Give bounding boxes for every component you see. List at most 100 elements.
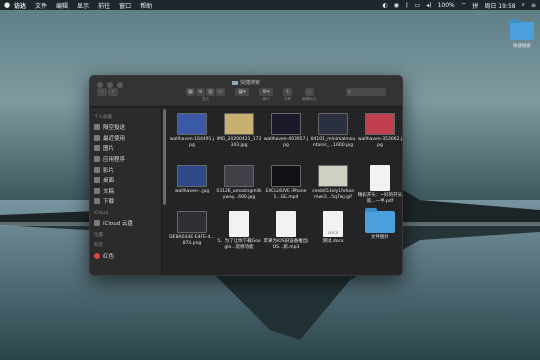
sidebar-item-label: 文稿	[103, 188, 115, 195]
image-thumbnail	[365, 113, 395, 135]
gallery-view-button[interactable]: ▭	[216, 88, 225, 96]
view-group: ▦ ≡ ▥ ▭ 显示	[186, 88, 225, 102]
file-name: ceeb653ely1fohoamwr2...5q7wj.gif	[312, 189, 354, 200]
sidebar-item-applications[interactable]: 应用程序	[94, 154, 161, 165]
list-view-button[interactable]: ≡	[196, 88, 205, 96]
screen-mirror-icon[interactable]: ▭	[415, 2, 421, 9]
column-view-button[interactable]: ▥	[206, 88, 215, 96]
file-name: 文件图片	[371, 235, 389, 240]
file-item[interactable]: 精彩开头：~好的开头就...一半.pdf	[357, 165, 402, 205]
sidebar-item-documents[interactable]: 文稿	[94, 186, 161, 197]
sidebar-item-movies[interactable]: 影片	[94, 164, 161, 175]
file-item[interactable]: 03126_amazingmilkyway...600.jpg	[216, 165, 262, 201]
control-center-icon[interactable]: ≡	[531, 2, 536, 9]
file-item[interactable]: DEBA034E-E4FE-4...874.png	[169, 211, 215, 247]
sidebar-item-icloud-drive[interactable]: iCloud 云盘	[94, 218, 161, 229]
file-name: 03126_amazingmilkyway...600.jpg	[216, 189, 262, 200]
document-icon	[370, 165, 390, 191]
menu-view[interactable]: 显示	[77, 1, 89, 10]
sidebar-section-tags: 标签	[94, 243, 103, 249]
file-name: wallhaven-353062.jpg	[357, 137, 403, 148]
tag-icon[interactable]: ◌	[304, 88, 314, 96]
sidebar-section-locations: 位置	[94, 233, 103, 239]
file-item[interactable]: EXCLUSIVE iPhone 1...GE.mp4	[263, 165, 309, 201]
volume-icon[interactable]: ◂)	[426, 2, 431, 9]
image-thumbnail	[177, 165, 207, 187]
image-thumbnail	[224, 113, 254, 135]
menu-file[interactable]: 文件	[35, 1, 47, 10]
desktop-icon	[94, 177, 100, 184]
clock-icon	[94, 134, 100, 141]
file-item[interactable]: 5、为了让你下载Google...装修功能	[216, 211, 262, 251]
nav-group: ‹ ›	[97, 88, 118, 96]
file-item[interactable]: 苹果为iOS旧设备推出iOS...新.mp3	[263, 211, 309, 251]
desktop-folder[interactable]: 快速搜索	[505, 19, 539, 49]
sidebar-item-recents[interactable]: 最近使用	[94, 133, 161, 144]
file-grid: wallhaven-164491.jpg IMG_20200421_173343.…	[166, 109, 402, 275]
document-icon	[276, 211, 296, 237]
search-field[interactable]: ⌕	[346, 88, 386, 96]
file-name: wallhaven-164491.jpg	[169, 137, 215, 148]
sidebar-item-downloads[interactable]: 下载	[94, 196, 161, 207]
back-button[interactable]: ‹	[97, 88, 107, 96]
share-group: ⇪ 共享	[283, 88, 292, 102]
sidebar-section-icloud: iCloud	[94, 210, 109, 216]
red-tag-icon	[94, 252, 100, 259]
forward-button[interactable]: ›	[108, 88, 118, 96]
battery-percent[interactable]: 100%	[438, 2, 455, 9]
menu-edit[interactable]: 编辑	[56, 1, 68, 10]
file-name: EXCLUSIVE iPhone 1...GE.mp4	[265, 189, 307, 200]
menu-bar: ● 访达 文件 编辑 显示 前往 窗口 帮助 ◐ ◉ ᛒ ▭ ◂) 100% ⌔…	[0, 0, 540, 10]
wechat-icon[interactable]: ◉	[394, 2, 399, 9]
search-group: ⌕	[346, 88, 386, 96]
menu-window[interactable]: 窗口	[119, 1, 131, 10]
clock[interactable]: 周日 19:58	[484, 1, 515, 10]
file-item[interactable]: DOCX 测试.docx	[310, 211, 356, 245]
finder-window: 快捷搜索 ‹ › ▦ ≡ ▥ ▭ 显示 ▦▾ ⚙▾ 操作 ⇪ 共享 ◌ 编辑标记…	[89, 75, 403, 276]
file-item[interactable]: 04101_minimalmountains_...1600.jpg	[310, 113, 356, 149]
menu-go[interactable]: 前往	[98, 1, 110, 10]
file-item[interactable]: ceeb653ely1fohoamwr2...5q7wj.gif	[310, 165, 356, 201]
gear-icon[interactable]: ⚙▾	[259, 88, 273, 96]
sidebar-item-airdrop[interactable]: 隔空投送	[94, 122, 161, 133]
status-icon[interactable]: ◐	[382, 2, 387, 9]
apple-menu-icon[interactable]: ●	[0, 1, 14, 9]
input-method-icon[interactable]: 拼	[472, 1, 478, 10]
search-icon[interactable]: ⌕	[522, 1, 525, 9]
share-label: 共享	[284, 97, 291, 101]
file-item[interactable]: wallhaven-..jpg	[169, 165, 215, 195]
apps-icon	[94, 156, 100, 163]
wifi-icon[interactable]: ⌔	[461, 1, 467, 9]
file-item[interactable]: wallhaven-403957.jpg	[263, 113, 309, 149]
window-titlebar[interactable]: 快捷搜索 ‹ › ▦ ≡ ▥ ▭ 显示 ▦▾ ⚙▾ 操作 ⇪ 共享 ◌ 编辑标记…	[90, 76, 402, 107]
sidebar-item-tag-red[interactable]: 红色	[94, 250, 161, 261]
sidebar-item-label: iCloud 云盘	[103, 221, 133, 228]
window-title: 快捷搜索	[90, 79, 402, 86]
share-icon[interactable]: ⇪	[283, 88, 292, 96]
image-thumbnail	[224, 165, 254, 187]
toolbar: ‹ › ▦ ≡ ▥ ▭ 显示 ▦▾ ⚙▾ 操作 ⇪ 共享 ◌ 编辑标记 ⌕	[97, 88, 396, 102]
menu-help[interactable]: 帮助	[140, 1, 152, 10]
menu-app-name[interactable]: 访达	[14, 1, 26, 10]
file-item[interactable]: IMG_20200421_173343.jpg	[216, 113, 262, 149]
sidebar-item-label: 图片	[103, 146, 115, 153]
sidebar-item-label: 应用程序	[103, 157, 126, 164]
photos-icon	[94, 145, 100, 152]
file-item[interactable]: wallhaven-353062.jpg	[357, 113, 403, 149]
sidebar-item-label: 影片	[103, 167, 115, 174]
file-item[interactable]: 文件图片	[357, 208, 402, 241]
file-name: IMG_20200421_173343.jpg	[216, 137, 262, 148]
bluetooth-icon[interactable]: ᛒ	[405, 2, 409, 9]
file-item[interactable]: wallhaven-164491.jpg	[169, 113, 215, 149]
file-name: 5、为了让你下载Google...装修功能	[217, 239, 261, 250]
group-button: ▦▾	[235, 88, 249, 97]
sidebar-item-label: 隔空投送	[103, 125, 126, 132]
sidebar-item-pictures[interactable]: 图片	[94, 143, 161, 154]
image-thumbnail	[318, 165, 348, 187]
sidebar-item-label: 最近使用	[103, 135, 126, 142]
sidebar-item-desktop[interactable]: 桌面	[94, 175, 161, 186]
arrange-button[interactable]: ▦▾	[235, 88, 249, 96]
cloud-icon	[94, 220, 100, 227]
icon-view-button[interactable]: ▦	[186, 88, 195, 96]
view-label: 显示	[202, 97, 209, 101]
